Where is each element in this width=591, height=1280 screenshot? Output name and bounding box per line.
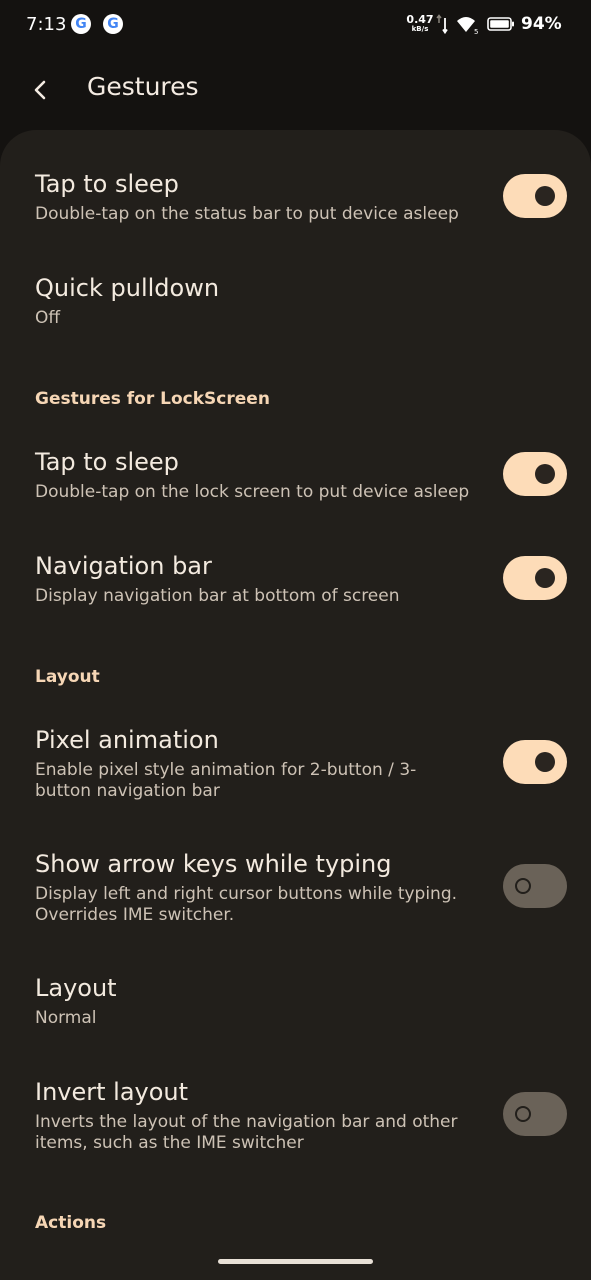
settings-list: Tap to sleep Double-tap on the status ba… [0,130,591,1280]
quick-pulldown-setting[interactable]: Quick pulldown Off [0,274,591,338]
setting-title: Tap to sleep [35,170,179,198]
section-header-actions: Actions [35,1213,107,1233]
setting-summary: Enable pixel style animation for 2-butto… [35,760,417,801]
layout-setting[interactable]: Layout Normal [0,974,591,1038]
pixel-animation-toggle[interactable] [503,740,567,784]
setting-title: Layout [35,974,117,1002]
home-indicator[interactable] [218,1259,373,1264]
battery-percent: 94% [521,14,562,34]
setting-summary: Normal [35,1008,97,1028]
setting-title: Pixel animation [35,726,219,754]
setting-summary: Inverts the layout of the navigation bar… [35,1112,458,1153]
navigation-bar-setting[interactable]: Navigation bar Display navigation bar at… [0,552,591,616]
invert-layout-setting[interactable]: Invert layout Inverts the layout of the … [0,1078,591,1158]
status-time: 7:13 [26,14,67,35]
setting-title: Show arrow keys while typing [35,850,392,878]
page-title: Gestures [87,72,199,101]
chevron-left-icon [34,80,46,100]
google-g-icon: G [71,14,91,34]
setting-summary: Off [35,308,61,328]
status-bar: 7:13 G G 0.47 kB/s 5 94% [0,0,591,52]
show-arrow-keys-toggle[interactable] [503,864,567,908]
network-speed-indicator: 0.47 kB/s [406,13,434,33]
wifi-icon: 5 [457,17,478,35]
tap-to-sleep-setting[interactable]: Tap to sleep Double-tap on the status ba… [0,170,591,234]
battery-icon [487,17,514,31]
setting-title: Tap to sleep [35,448,179,476]
data-transfer-icon [436,14,448,34]
setting-summary: Display left and right cursor buttons wh… [35,884,458,925]
setting-summary: Double-tap on the status bar to put devi… [35,204,459,224]
setting-summary: Double-tap on the lock screen to put dev… [35,482,470,502]
setting-summary: Display navigation bar at bottom of scre… [35,586,400,606]
app-bar: Gestures [0,52,591,130]
setting-title: Quick pulldown [35,274,220,302]
navigation-bar-toggle[interactable] [503,556,567,600]
setting-title: Invert layout [35,1078,189,1106]
section-header-lockscreen: Gestures for LockScreen [35,389,270,409]
setting-title: Navigation bar [35,552,212,580]
lock-tap-to-sleep-setting[interactable]: Tap to sleep Double-tap on the lock scre… [0,448,591,512]
show-arrow-keys-setting[interactable]: Show arrow keys while typing Display lef… [0,850,591,930]
section-header-layout: Layout [35,667,100,687]
gestures-settings-screen: 7:13 G G 0.47 kB/s 5 94% Gestures Tap to… [0,0,591,1280]
tap-to-sleep-toggle[interactable] [503,174,567,218]
back-button[interactable] [18,68,62,112]
google-g-icon: G [103,14,123,34]
pixel-animation-setting[interactable]: Pixel animation Enable pixel style anima… [0,726,591,806]
invert-layout-toggle[interactable] [503,1092,567,1136]
lock-tap-to-sleep-toggle[interactable] [503,452,567,496]
svg-text:5: 5 [474,28,478,35]
